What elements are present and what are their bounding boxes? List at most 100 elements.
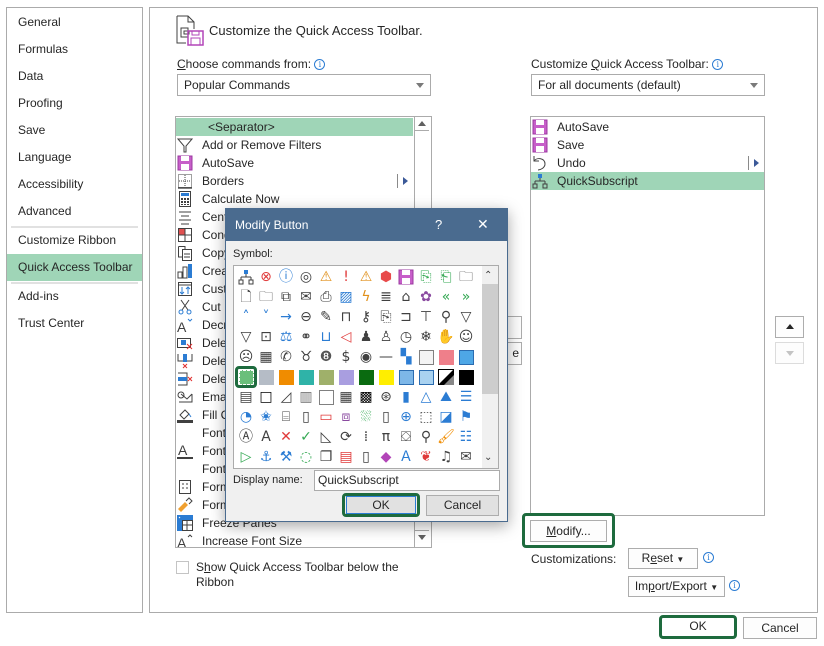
symbol-notebook-icon[interactable]: ▯ (296, 407, 316, 427)
symbol-scroll-icon[interactable]: ⎘ (376, 307, 396, 327)
symbol-notebook-2-icon[interactable]: ▯ (376, 407, 396, 427)
symbol-shield-icon[interactable]: ⬢ (376, 267, 396, 287)
display-name-input[interactable]: QuickSubscript (314, 470, 500, 491)
symbol-picture-icon[interactable]: ▨ (336, 287, 356, 307)
symbol-clock-icon[interactable]: ◷ (396, 327, 416, 347)
symbol-anchor-icon[interactable]: ⚓ (256, 447, 276, 467)
symbol-calculator-icon[interactable]: ▦ (256, 347, 276, 367)
move-down-button[interactable] (775, 342, 804, 364)
symbol-landscape-icon[interactable]: ⛆ (356, 407, 376, 427)
symbol-eye-icon[interactable]: ◉ (356, 347, 376, 367)
dialog-ok-button[interactable]: OK (346, 496, 416, 514)
info-icon[interactable]: i (729, 580, 740, 591)
symbol-frown-icon[interactable]: ☹ (236, 347, 256, 367)
toolbar-items-list[interactable]: AutoSave Save Undo QuickSubscript (530, 116, 765, 516)
symbol-paint-brush-icon[interactable]: 🖌 (436, 427, 456, 447)
show-below-ribbon-checkbox[interactable] (176, 561, 189, 574)
nav-item-customize-ribbon[interactable]: Customize Ribbon (7, 227, 142, 254)
command-list-item[interactable]: Borders (176, 172, 413, 190)
symbol-white-swatch-icon[interactable] (416, 347, 436, 367)
symbol-flags-icon[interactable]: ⚑ (456, 407, 476, 427)
symbol-person-dark-icon[interactable]: ♟ (356, 327, 376, 347)
symbol-orange-swatch-icon[interactable] (276, 367, 296, 387)
symbol-cylinders-icon[interactable]: ⌸ (276, 407, 296, 427)
nav-item-language[interactable]: Language (7, 144, 142, 171)
symbol-fill-bucket-icon[interactable]: ⛋ (396, 427, 416, 447)
customize-toolbar-dropdown[interactable]: For all documents (default) (531, 74, 765, 96)
symbol-info-circle-icon[interactable]: ⓘ (276, 267, 296, 287)
symbol-diagonal-swatch-icon[interactable] (436, 367, 456, 387)
symbol-piggy-bank-icon[interactable]: ♉ (296, 347, 316, 367)
symbol-arrow-right-icon[interactable]: → (276, 307, 296, 327)
help-button[interactable]: ? (435, 217, 442, 232)
symbol-color-squares-icon[interactable]: ▚ (396, 347, 416, 367)
symbol-olive-swatch-icon[interactable] (316, 367, 336, 387)
chevron-up-icon[interactable]: ⌃ (484, 270, 492, 281)
symbol-lightblue-swatch-icon[interactable] (396, 367, 416, 387)
symbol-x-mark-icon[interactable]: ✕ (276, 427, 296, 447)
nav-item-general[interactable]: General (7, 9, 142, 36)
symbol-pi-icon[interactable]: π (376, 427, 396, 447)
symbol-green-swatch-icon[interactable] (235, 366, 257, 388)
symbol-teal-swatch-icon[interactable] (296, 367, 316, 387)
command-list-item[interactable]: Calculate Now (176, 190, 413, 208)
nav-item-quick-access-toolbar[interactable]: Quick Access Toolbar (7, 254, 142, 281)
symbol-arrow-circle-icon[interactable]: ⊛ (376, 387, 396, 407)
scroll-down-button[interactable] (415, 530, 429, 544)
symbol-org-chart-icon[interactable] (236, 267, 256, 287)
symbol-filter-2-icon[interactable]: ▽ (236, 327, 256, 347)
symbol-mute-icon[interactable]: ◁ (336, 327, 356, 347)
symbol-presentation-icon[interactable]: ⊤ (416, 307, 436, 327)
symbol-diagonal-line-icon[interactable]: ◿ (276, 387, 296, 407)
symbol-toolbox-icon[interactable]: ⚒ (276, 447, 296, 467)
symbol-web-image-icon[interactable]: ⊕ (396, 407, 416, 427)
options-ok-button[interactable]: OK (663, 618, 733, 636)
symbol-yellow-swatch-icon[interactable] (376, 367, 396, 387)
symbol-text-box-icon[interactable]: Ⓐ (236, 427, 256, 447)
command-list-item[interactable]: A Increase Font Size (176, 532, 413, 547)
symbol-doc-arrow-down-icon[interactable]: ⎘ (416, 267, 436, 287)
dialog-title-bar[interactable]: Modify Button ? ✕ (226, 209, 507, 241)
symbol-arrow-left-circle-icon[interactable]: ⊖ (296, 307, 316, 327)
symbol-scrollbar[interactable]: ⌃ ⌄ (482, 266, 498, 468)
choose-commands-dropdown[interactable]: Popular Commands (177, 74, 431, 96)
symbol-envelope-open-icon[interactable]: ✉ (456, 447, 476, 467)
symbol-windows-icon[interactable]: ❐ (316, 447, 336, 467)
options-cancel-button[interactable]: Cancel (743, 617, 817, 639)
nav-item-advanced[interactable]: Advanced (7, 198, 142, 225)
nav-item-save[interactable]: Save (7, 117, 142, 144)
nav-item-trust-center[interactable]: Trust Center (7, 310, 142, 337)
symbol-list-icon[interactable]: ☷ (456, 427, 476, 447)
symbol-pushpin-icon[interactable]: ✎ (316, 307, 336, 327)
symbol-radar-icon[interactable]: ✬ (256, 407, 276, 427)
symbol-double-right-icon[interactable]: » (456, 287, 476, 307)
symbol-checker-icon[interactable]: ▩ (356, 387, 376, 407)
symbol-snowflake-icon[interactable]: ❄ (416, 327, 436, 347)
toolbar-list-item[interactable]: Undo (531, 154, 764, 172)
symbol-lasso-add-icon[interactable]: ◌ (296, 447, 316, 467)
nav-item-add-ins[interactable]: Add-ins (7, 283, 142, 310)
symbol-blue-swatch-icon[interactable] (456, 347, 476, 367)
symbol-person-icon[interactable]: ♙ (376, 327, 396, 347)
symbol-butterfly-icon[interactable]: ❦ (416, 447, 436, 467)
toolbar-list-item[interactable]: AutoSave (531, 118, 764, 136)
move-up-button[interactable] (775, 316, 804, 338)
symbol-double-left-icon[interactable]: « (436, 287, 456, 307)
symbol-doc-list-icon[interactable]: ≣ (376, 287, 396, 307)
info-icon[interactable]: i (712, 59, 724, 70)
symbol-black-swatch-icon[interactable] (456, 367, 476, 387)
symbol-cone-icon[interactable]: △ (416, 387, 436, 407)
symbol-play-icon[interactable]: ▷ (236, 447, 256, 467)
modify-button[interactable]: Modify... (530, 520, 607, 542)
symbol-dollar-quote-icon[interactable]: $ (336, 347, 356, 367)
nav-item-accessibility[interactable]: Accessibility (7, 171, 142, 198)
symbol-eraser-icon[interactable]: ◆ (376, 447, 396, 467)
symbol-rings-icon[interactable]: ⚭ (296, 327, 316, 347)
close-button[interactable]: ✕ (477, 216, 489, 233)
symbol-pink-swatch-icon[interactable] (436, 347, 456, 367)
nav-item-formulas[interactable]: Formulas (7, 36, 142, 63)
chevron-down-icon[interactable]: ⌄ (484, 452, 492, 463)
symbol-text-box-grey-icon[interactable]: A (256, 427, 276, 447)
symbol-magnifier-icon[interactable]: ⚲ (436, 307, 456, 327)
symbol-target-icon[interactable]: ◎ (296, 267, 316, 287)
